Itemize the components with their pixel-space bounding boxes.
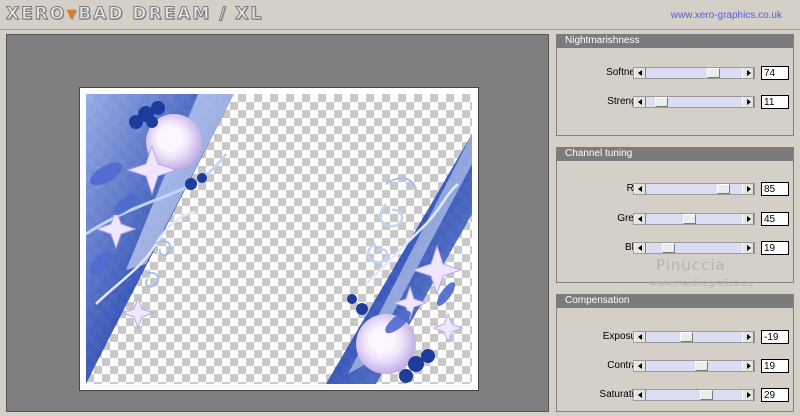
exposure-slider[interactable] — [633, 331, 755, 343]
blue-value-field[interactable] — [761, 241, 789, 255]
preview-canvas[interactable] — [86, 94, 472, 384]
preview-frame — [79, 87, 479, 391]
contrast-slider[interactable] — [633, 360, 755, 372]
contrast-slider-thumb[interactable] — [695, 361, 708, 371]
panel-compensation: Compensation Exposure Contrast Saturatio… — [556, 294, 794, 412]
green-slider-thumb[interactable] — [683, 214, 696, 224]
left-arrow-icon[interactable] — [634, 68, 646, 78]
right-arrow-icon[interactable] — [742, 214, 754, 224]
red-slider-thumb[interactable] — [717, 184, 730, 194]
panel-nightmarishness: Nightmarishness Softness Strength — [556, 34, 794, 136]
strength-slider-thumb[interactable] — [655, 97, 668, 107]
strength-value-field[interactable] — [761, 95, 789, 109]
red-value-field[interactable] — [761, 182, 789, 196]
blue-slider-thumb[interactable] — [662, 243, 675, 253]
logo-triangle-icon: ▼ — [66, 7, 79, 22]
panel-title: Channel tuning — [557, 147, 793, 161]
softness-value-field[interactable] — [761, 66, 789, 80]
left-arrow-icon[interactable] — [634, 97, 646, 107]
row-blue: Blue — [557, 241, 795, 255]
panel-title: Compensation — [557, 294, 793, 308]
row-contrast: Contrast — [557, 359, 795, 373]
bottom-right-ornament — [326, 134, 472, 384]
saturation-slider-thumb[interactable] — [700, 390, 713, 400]
strength-slider[interactable] — [633, 96, 755, 108]
blue-slider[interactable] — [633, 242, 755, 254]
row-strength: Strength — [557, 95, 795, 109]
preview-image — [86, 94, 472, 384]
right-arrow-icon[interactable] — [742, 390, 754, 400]
right-arrow-icon[interactable] — [742, 68, 754, 78]
logo-text-brand: XERO — [5, 4, 67, 25]
row-exposure: Exposure — [557, 330, 795, 344]
left-arrow-icon[interactable] — [634, 214, 646, 224]
saturation-slider[interactable] — [633, 389, 755, 401]
green-slider[interactable] — [633, 213, 755, 225]
row-red: Red — [557, 182, 795, 196]
website-link[interactable]: www.xero-graphics.co.uk — [671, 10, 782, 21]
right-arrow-icon[interactable] — [742, 332, 754, 342]
top-left-ornament — [86, 94, 234, 384]
left-arrow-icon[interactable] — [634, 390, 646, 400]
row-green: Green — [557, 212, 795, 226]
left-arrow-icon[interactable] — [634, 243, 646, 253]
panel-title: Nightmarishness — [557, 34, 793, 48]
watermark-site: www.maidiregrafica.eu — [650, 279, 754, 289]
exposure-value-field[interactable] — [761, 330, 789, 344]
saturation-value-field[interactable] — [761, 388, 789, 402]
left-arrow-icon[interactable] — [634, 361, 646, 371]
softness-slider-thumb[interactable] — [707, 68, 720, 78]
green-value-field[interactable] — [761, 212, 789, 226]
preview-area — [6, 34, 549, 412]
exposure-slider-thumb[interactable] — [680, 332, 693, 342]
row-softness: Softness — [557, 66, 795, 80]
logo-text-title: BAD DREAM / XL — [78, 4, 264, 25]
left-arrow-icon[interactable] — [634, 184, 646, 194]
title-bar: XERO▼BAD DREAM / XL www.xero-graphics.co… — [0, 0, 800, 30]
red-slider[interactable] — [633, 183, 755, 195]
watermark-name: Pinuccia — [656, 256, 726, 274]
right-arrow-icon[interactable] — [742, 243, 754, 253]
right-arrow-icon[interactable] — [742, 361, 754, 371]
left-arrow-icon[interactable] — [634, 332, 646, 342]
app-logo: XERO▼BAD DREAM / XL — [5, 4, 264, 25]
contrast-value-field[interactable] — [761, 359, 789, 373]
softness-slider[interactable] — [633, 67, 755, 79]
right-arrow-icon[interactable] — [742, 184, 754, 194]
row-saturation: Saturation — [557, 388, 795, 402]
right-arrow-icon[interactable] — [742, 97, 754, 107]
